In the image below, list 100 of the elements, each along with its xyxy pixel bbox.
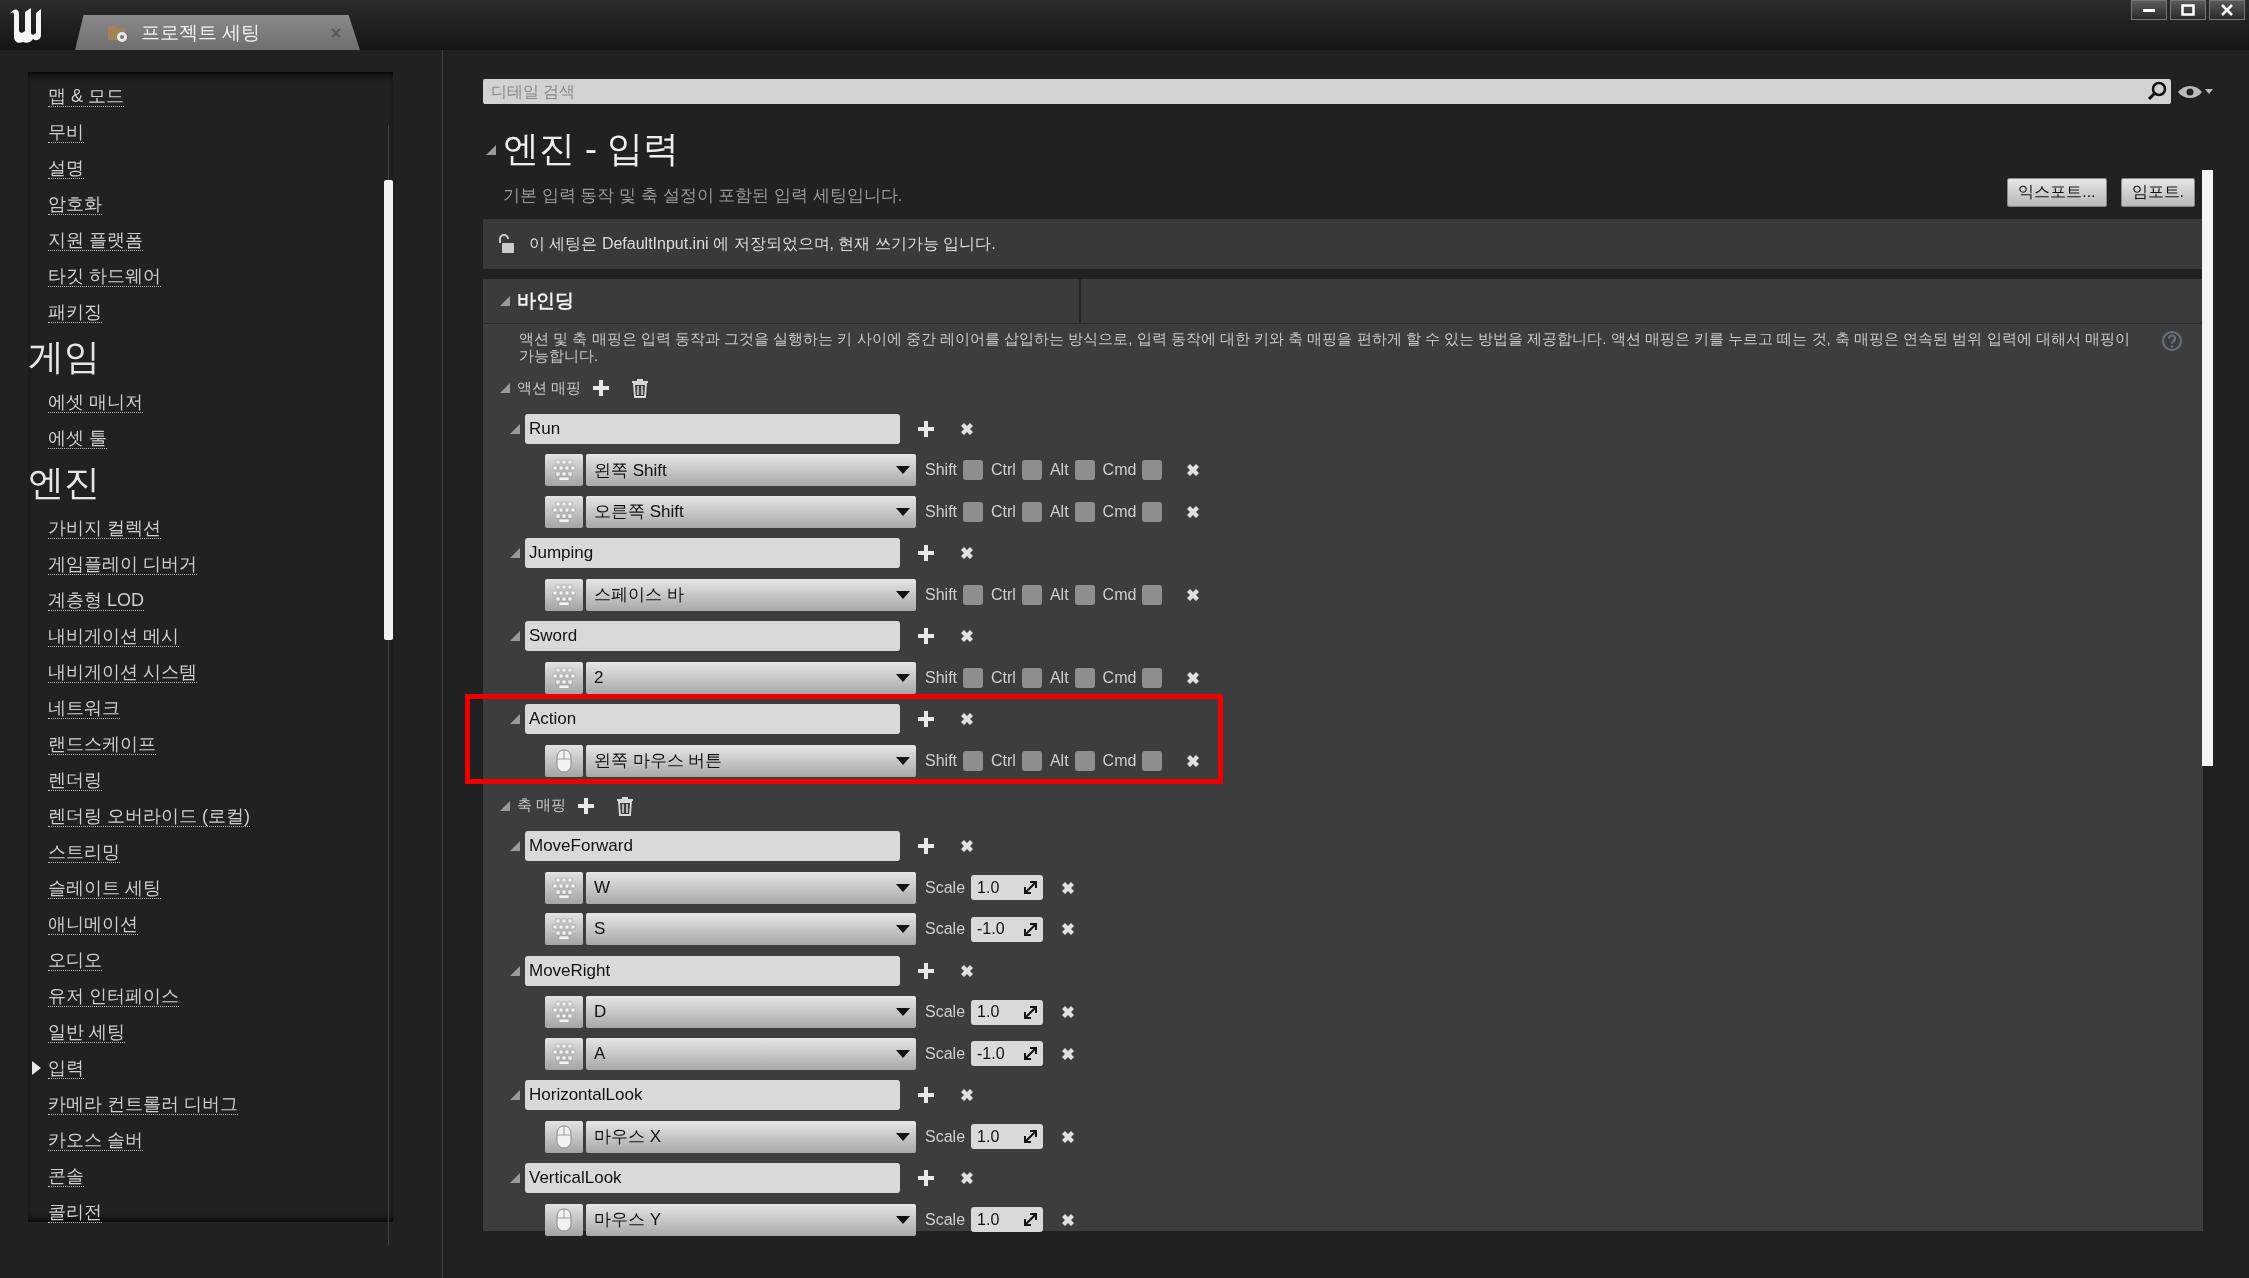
expand-arrow-icon[interactable] — [499, 295, 511, 307]
plus-icon[interactable] — [916, 418, 936, 439]
scale-field[interactable]: 1.0 — [971, 1124, 1044, 1150]
expand-arrow-icon[interactable] — [509, 964, 521, 977]
modifier-checkbox[interactable] — [1021, 667, 1042, 688]
modifier-checkbox[interactable] — [1074, 667, 1095, 688]
modifier-checkbox[interactable] — [1142, 501, 1163, 522]
category-link[interactable]: 암호화 — [48, 193, 102, 215]
trash-icon[interactable] — [616, 795, 635, 816]
category-link[interactable]: 스트리밍 — [48, 841, 120, 863]
category-link[interactable]: 에셋 매니저 — [48, 391, 143, 413]
section-header[interactable]: 바인딩 — [483, 279, 2203, 324]
key-type-button[interactable] — [545, 1120, 583, 1153]
category-link[interactable]: 일반 세팅 — [48, 1021, 125, 1043]
category-link[interactable]: 렌더링 오버라이드 (로컬) — [48, 805, 250, 827]
key-dropdown[interactable]: 마우스 Y — [586, 1203, 916, 1236]
plus-icon[interactable] — [576, 795, 597, 816]
eye-dropdown-icon[interactable] — [2177, 83, 2213, 100]
modifier-checkbox[interactable] — [963, 460, 983, 481]
key-type-button[interactable] — [545, 996, 583, 1029]
key-dropdown[interactable]: S — [586, 913, 916, 946]
category-link[interactable]: 렌더링 — [48, 769, 102, 791]
plus-icon[interactable] — [916, 709, 936, 730]
category-link[interactable]: 게임플레이 디버거 — [48, 553, 197, 575]
key-dropdown[interactable]: 왼쪽 Shift — [586, 454, 916, 487]
expand-arrow-icon[interactable] — [509, 422, 521, 435]
plus-icon[interactable] — [916, 836, 936, 857]
key-type-button[interactable] — [545, 454, 583, 487]
tab[interactable]: 프로젝트 세팅 — [75, 15, 360, 50]
modifier-checkbox[interactable] — [963, 501, 983, 522]
modifier-checkbox[interactable] — [1074, 584, 1095, 605]
key-dropdown[interactable]: 마우스 X — [586, 1120, 916, 1153]
key-dropdown[interactable]: 스페이스 바 — [586, 578, 916, 611]
mapping-name-field[interactable]: Run — [525, 413, 900, 444]
key-type-button[interactable] — [545, 1203, 583, 1236]
scale-field[interactable]: -1.0 — [971, 916, 1044, 942]
modifier-checkbox[interactable] — [1074, 460, 1095, 481]
scale-field[interactable]: 1.0 — [971, 875, 1044, 901]
category-link[interactable]: 에셋 툴 — [48, 427, 107, 449]
expand-arrow-icon[interactable] — [509, 840, 521, 853]
plus-icon[interactable] — [916, 1168, 936, 1189]
modifier-checkbox[interactable] — [1021, 460, 1042, 481]
key-dropdown[interactable]: A — [586, 1037, 916, 1070]
minimize-button[interactable] — [2131, 0, 2167, 20]
modifier-checkbox[interactable] — [1142, 460, 1163, 481]
scrollbar-thumb[interactable] — [2202, 170, 2213, 766]
modifier-checkbox[interactable] — [1074, 501, 1095, 522]
scale-field[interactable]: -1.0 — [971, 1041, 1044, 1067]
key-type-button[interactable] — [545, 495, 583, 528]
category-link[interactable]: 계층형 LOD — [48, 589, 144, 611]
category-link[interactable]: 타깃 하드웨어 — [48, 265, 161, 287]
category-link[interactable]: 내비게이션 시스템 — [48, 661, 197, 683]
expand-arrow-icon[interactable] — [509, 547, 521, 560]
search-icon[interactable] — [2147, 81, 2167, 101]
expand-arrow-icon[interactable] — [499, 382, 511, 394]
key-type-button[interactable] — [545, 1037, 583, 1070]
category-link[interactable]: 패키징 — [48, 301, 102, 323]
category-link[interactable]: 슬레이트 세팅 — [48, 877, 161, 899]
expand-arrow-icon[interactable] — [485, 143, 497, 156]
plus-icon[interactable] — [916, 960, 936, 981]
category-link[interactable]: 애니메이션 — [48, 913, 138, 935]
category-link[interactable]: 콜리전 — [48, 1201, 102, 1223]
category-link[interactable]: 랜드스케이프 — [48, 733, 156, 755]
key-dropdown[interactable]: W — [586, 871, 916, 904]
plus-icon[interactable] — [591, 378, 612, 398]
category-link[interactable]: 설명 — [48, 157, 84, 179]
category-link[interactable]: 내비게이션 메시 — [48, 625, 179, 647]
key-type-button[interactable] — [545, 744, 583, 777]
modifier-checkbox[interactable] — [963, 667, 983, 688]
mapping-name-field[interactable]: MoveRight — [525, 955, 900, 986]
export-button[interactable]: 익스포트... — [2007, 178, 2107, 207]
search-field[interactable]: 디테일 검색 — [483, 79, 2171, 104]
modifier-checkbox[interactable] — [1142, 584, 1163, 605]
key-dropdown[interactable]: 2 — [586, 661, 916, 694]
category-link[interactable]: 지원 플랫폼 — [48, 229, 143, 251]
modifier-checkbox[interactable] — [963, 584, 983, 605]
maximize-button[interactable] — [2170, 0, 2206, 20]
trash-icon[interactable] — [631, 378, 650, 398]
key-type-button[interactable] — [545, 913, 583, 946]
mapping-name-field[interactable]: Jumping — [525, 538, 900, 569]
category-link[interactable]: 가비지 컬렉션 — [48, 517, 161, 539]
expand-arrow-icon[interactable] — [509, 713, 521, 726]
key-type-button[interactable] — [545, 871, 583, 904]
expand-arrow-icon[interactable] — [509, 630, 521, 643]
import-button[interactable]: 임포트. — [2120, 178, 2195, 207]
mapping-name-field[interactable]: HorizontalLook — [525, 1080, 900, 1111]
key-dropdown[interactable]: 오른쪽 Shift — [586, 495, 916, 528]
key-dropdown[interactable]: D — [586, 996, 916, 1029]
mapping-name-field[interactable]: MoveForward — [525, 831, 900, 862]
category-link[interactable]: 맵 & 모드 — [48, 85, 124, 107]
mapping-name-field[interactable]: VerticalLook — [525, 1163, 900, 1194]
category-link[interactable]: 유저 인터페이스 — [48, 985, 179, 1007]
mapping-name-field[interactable]: Sword — [525, 621, 900, 652]
category-link[interactable]: 오디오 — [48, 949, 102, 971]
key-type-button[interactable] — [545, 578, 583, 611]
mapping-name-field[interactable]: Action — [525, 704, 900, 735]
plus-icon[interactable] — [916, 1085, 936, 1106]
expand-arrow-icon[interactable] — [509, 1089, 521, 1102]
modifier-checkbox[interactable] — [1074, 750, 1095, 771]
category-link[interactable]: 무비 — [48, 121, 84, 143]
